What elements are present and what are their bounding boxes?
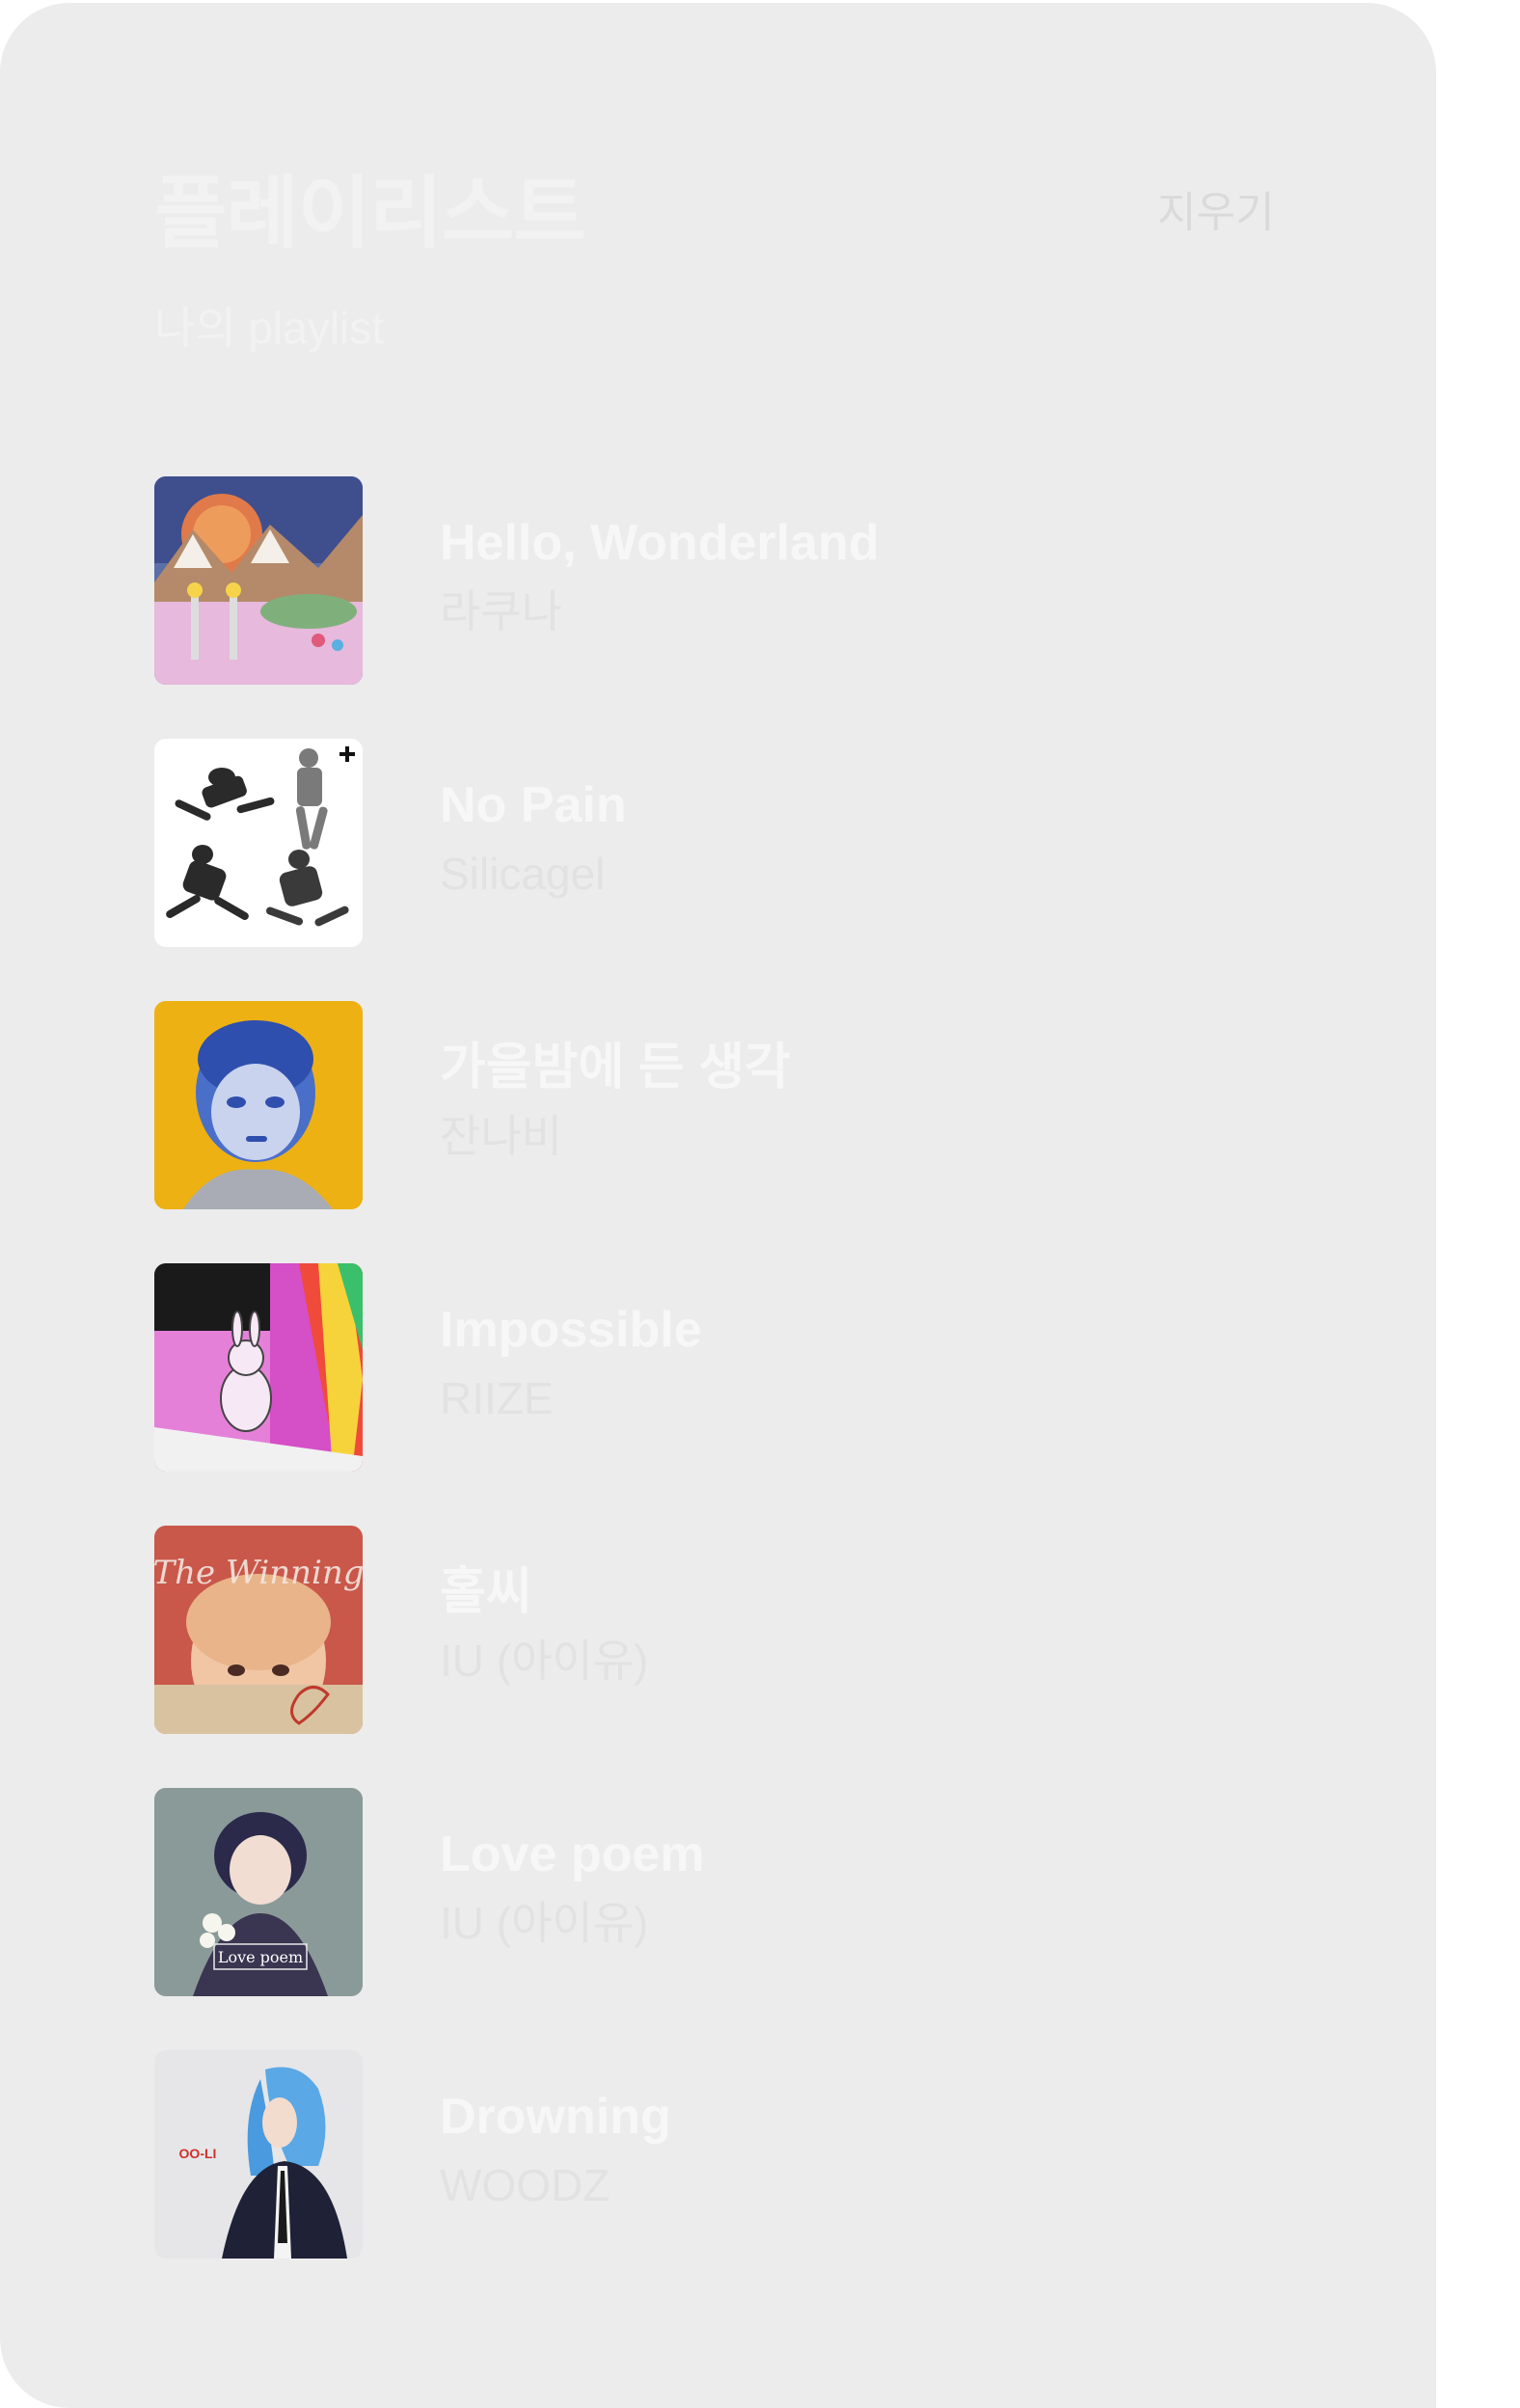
track-title: Love poem xyxy=(440,1826,705,1882)
track-title: No Pain xyxy=(440,777,627,833)
page-title: 플레이리스트 xyxy=(154,170,586,257)
track-title: Drowning xyxy=(440,2089,671,2145)
track-title: Hello, Wonderland xyxy=(440,515,880,571)
playlist-panel: 플레이리스트 나의 playlist 지우기 Hello, Wonderland… xyxy=(0,3,1436,2408)
cover-lettering: The Winning xyxy=(154,1554,363,1592)
clear-button[interactable]: 지우기 xyxy=(1157,192,1274,234)
cover-lettering: Love poem xyxy=(218,1948,303,1966)
album-cover xyxy=(154,1263,363,1472)
track-title: Impossible xyxy=(440,1302,702,1358)
album-cover xyxy=(154,476,363,685)
cover-lettering: OO-LI xyxy=(179,2146,217,2161)
track-artist: WOODZ xyxy=(440,2160,611,2210)
track-item[interactable]: No Pain Silicagel xyxy=(154,739,1312,947)
track-item[interactable]: Hello, Wonderland 라쿠나 xyxy=(154,476,1312,685)
page-subtitle: 나의 playlist xyxy=(154,303,385,353)
album-cover: OO-LI xyxy=(154,2050,363,2259)
track-artist: IU (아이유) xyxy=(440,1636,649,1686)
playlist-header: 플레이리스트 나의 playlist xyxy=(154,170,586,353)
track-title: 홀씨 xyxy=(440,1564,532,1620)
album-cover xyxy=(154,1001,363,1209)
track-item[interactable]: 가을밤에 든 생각 잔나비 xyxy=(154,1001,1312,1209)
track-item[interactable]: Love poem Love poem IU (아이유) xyxy=(154,1788,1312,1996)
track-artist: 잔나비 xyxy=(440,1111,562,1161)
track-item[interactable]: Impossible RIIZE xyxy=(154,1263,1312,1472)
track-item[interactable]: The Winning 홀씨 IU (아이유) xyxy=(154,1526,1312,1734)
track-artist: IU (아이유) xyxy=(440,1898,649,1948)
track-artist: Silicagel xyxy=(440,849,606,899)
track-item[interactable]: OO-LI Drowning WOODZ xyxy=(154,2050,1312,2259)
track-title: 가을밤에 든 생각 xyxy=(440,1040,791,1096)
track-list: Hello, Wonderland 라쿠나 No Pain Silicagel … xyxy=(154,476,1312,2313)
album-cover: Love poem xyxy=(154,1788,363,1996)
track-artist: 라쿠나 xyxy=(440,586,562,636)
album-cover xyxy=(154,739,363,947)
album-cover: The Winning xyxy=(154,1526,363,1734)
track-artist: RIIZE xyxy=(440,1373,554,1423)
